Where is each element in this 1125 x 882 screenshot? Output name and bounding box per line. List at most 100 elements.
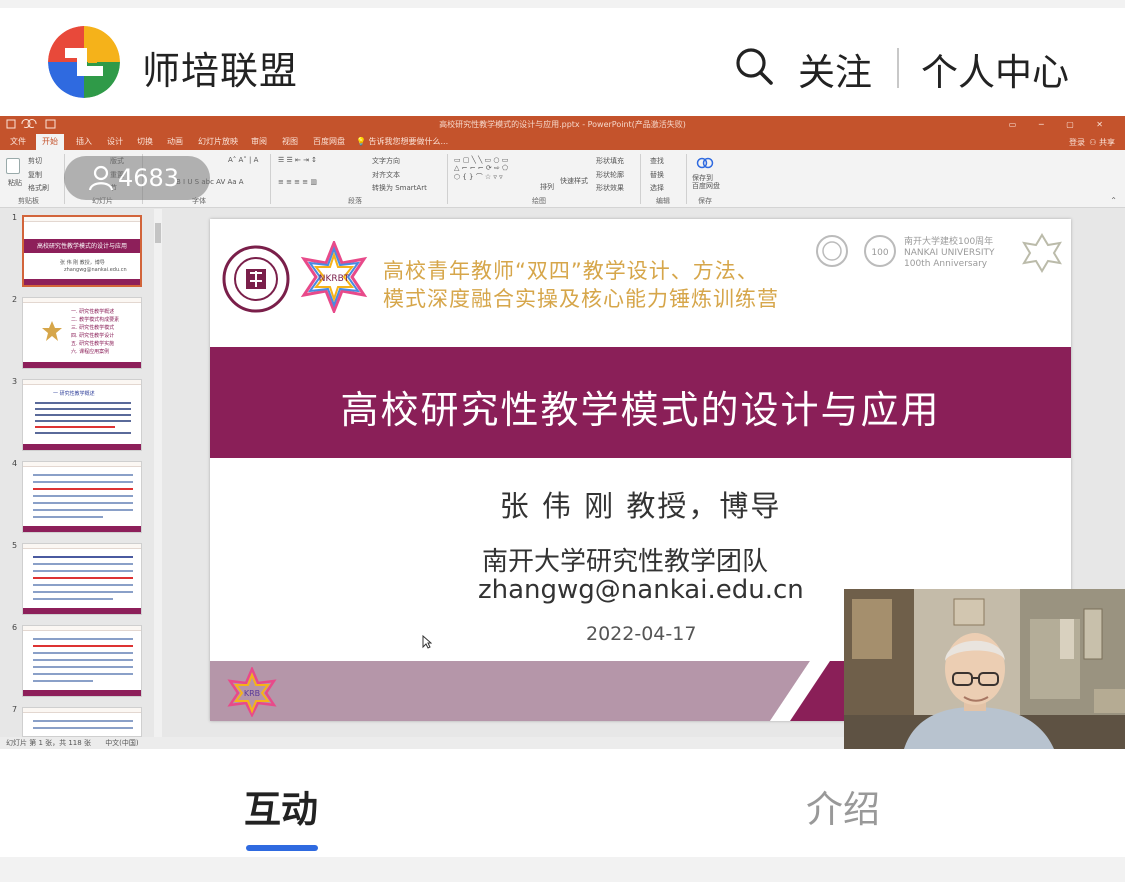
thumb-text-line: [35, 426, 115, 428]
share-button[interactable]: ⚇ 共享: [1089, 137, 1115, 148]
slide-thumbnail[interactable]: [22, 543, 142, 615]
quick-access-icons[interactable]: [6, 118, 66, 130]
align-buttons[interactable]: ≡ ≡ ≡ ≡ ▥: [278, 178, 317, 186]
header-divider: [897, 48, 899, 88]
thumb-text-line: [33, 584, 133, 586]
ribbon-divider: [270, 154, 271, 204]
shapes-gallery[interactable]: ▭ ▢ ╲ ╲ ▭ ○ ▭ △ ⌐ ⌐ ⌐ ⟳ ⇨ ⬠ ⬡ { } ⌒ ☆ ▿ ▿: [454, 156, 508, 182]
thumb-header: [24, 217, 140, 222]
align-text-button[interactable]: 对齐文本: [372, 170, 400, 180]
thumb-header: [23, 298, 141, 303]
thumbnail-scrollbar[interactable]: [154, 209, 162, 737]
thumb-number: 5: [12, 541, 18, 550]
personal-center-button[interactable]: 个人中心: [921, 42, 1069, 96]
login-link[interactable]: 登录: [1069, 137, 1085, 148]
thumb-header: [23, 626, 141, 631]
replace-button[interactable]: 替换: [650, 170, 664, 180]
thumb-number: 3: [12, 377, 18, 386]
thumb-text-line: [33, 598, 113, 600]
font-size-buttons[interactable]: A˄ A˅ | A: [228, 156, 258, 164]
krb-label: KRB: [244, 689, 260, 698]
thumb-footer: [23, 444, 141, 450]
thumb-text-line: [33, 577, 133, 579]
slide-thumbnail[interactable]: 高校研究性教学模式的设计与应用 张 伟 刚 教授，博导 zhangwg@nank…: [22, 215, 142, 287]
slide-team: 南开大学研究性教学团队: [482, 547, 769, 577]
tell-me-text: 告诉我您想要做什么...: [368, 137, 449, 146]
thumb-text-line: [35, 414, 131, 416]
window-controls[interactable]: ▭ ─ ▢ ✕: [1009, 116, 1113, 133]
slide-thumbnail[interactable]: 一. 研究性教学概述 二. 教学模式构成要素 三. 研究性教学模式 四. 研究性…: [22, 297, 142, 369]
thumb-text-line: [33, 659, 133, 661]
centenary-line3: 100th Anniversary: [904, 259, 988, 269]
thumb-text-line: [33, 645, 133, 647]
slide-count-status: 幻灯片 第 1 张，共 118 张: [6, 739, 91, 747]
slide-thumbnail[interactable]: [22, 625, 142, 697]
app-header: 师培联盟 关注 个人中心: [0, 8, 1125, 116]
smartart-button[interactable]: 转换为 SmartArt: [372, 183, 427, 193]
live-video[interactable]: 高校研究性教学模式的设计与应用.pptx - PowerPoint(产品激活失败…: [0, 116, 1125, 749]
arrange-button[interactable]: 排列: [540, 182, 554, 192]
copy-button[interactable]: 复制: [28, 170, 42, 180]
tab-insert[interactable]: 插入: [76, 136, 92, 147]
thumb-text-line: [33, 727, 133, 729]
tab-interact[interactable]: 互动: [244, 779, 318, 833]
thumb-text-line: [33, 563, 133, 565]
tab-baidu[interactable]: 百度网盘: [313, 136, 345, 147]
speaker-camera-video[interactable]: [844, 589, 1125, 749]
tab-slideshow[interactable]: 幻灯片放映: [198, 136, 238, 147]
search-icon[interactable]: [734, 46, 774, 86]
paste-label: 粘贴: [8, 179, 22, 187]
centenary-number: 100: [871, 248, 888, 258]
thumb-text-line: [35, 432, 131, 434]
select-button[interactable]: 选择: [650, 183, 664, 193]
format-painter-button[interactable]: 格式刷: [28, 183, 49, 193]
tab-transitions[interactable]: 切换: [137, 136, 153, 147]
nankai-seal-icon: [222, 245, 290, 313]
slide-author: 张 伟 刚 教授，博导: [499, 489, 782, 523]
shape-fill-button[interactable]: 形状填充: [596, 156, 624, 166]
thumb-text-line: [33, 556, 133, 558]
baidu-cloud-icon[interactable]: [696, 155, 714, 169]
language-status: 中文(中国): [105, 739, 139, 747]
camp-title-line1: 高校青年教师“双四”教学设计、方法、: [383, 259, 759, 283]
thumb-number: 6: [12, 623, 18, 632]
slide-thumbnail[interactable]: 一 研究性教学概述: [22, 379, 142, 451]
tab-view[interactable]: 视图: [282, 136, 298, 147]
shape-outline-button[interactable]: 形状轮廓: [596, 170, 624, 180]
shape-effects-button[interactable]: 形状效果: [596, 183, 624, 193]
text-direction-button[interactable]: 文字方向: [372, 156, 400, 166]
slide-thumbnail[interactable]: [22, 461, 142, 533]
thumb-toc-item: 三. 研究性教学模式: [71, 325, 115, 331]
thumb-number: 7: [12, 705, 18, 714]
thumb-text-line: [33, 680, 93, 682]
thumb-footer: [23, 690, 141, 696]
tab-animations[interactable]: 动画: [167, 136, 183, 147]
thumb-footer: [24, 279, 140, 285]
scrollbar-thumb[interactable]: [155, 223, 161, 243]
tab-review[interactable]: 审阅: [251, 136, 267, 147]
collapse-ribbon-icon[interactable]: ⌃: [1110, 196, 1117, 205]
tab-design[interactable]: 设计: [107, 136, 123, 147]
cut-button[interactable]: 剪切: [28, 156, 42, 166]
quick-styles-button[interactable]: 快速样式: [560, 176, 588, 186]
thumb-text-line: [33, 638, 133, 640]
tab-home[interactable]: 开始: [36, 134, 64, 150]
list-buttons[interactable]: ☰ ☰ ⇤ ⇥ ↕: [278, 156, 317, 164]
find-button[interactable]: 查找: [650, 156, 664, 166]
viewer-count: 4683: [118, 164, 180, 192]
tab-intro[interactable]: 介绍: [806, 779, 880, 833]
paste-icon[interactable]: [6, 158, 20, 174]
thumb-text-line: [33, 509, 133, 511]
thumb-author: 张 伟 刚 教授，博导: [60, 260, 105, 266]
thumb-footer: [23, 362, 141, 368]
slide-title: 高校研究性教学模式的设计与应用: [340, 388, 941, 432]
ribbon-divider: [640, 154, 641, 204]
slide-thumbnail-pane: 1 高校研究性教学模式的设计与应用 张 伟 刚 教授，博导 zhangwg@na…: [0, 209, 163, 737]
app-logo-icon: [48, 26, 120, 98]
tell-me-box[interactable]: 💡 告诉我您想要做什么...: [356, 136, 448, 147]
group-editing: 编辑: [656, 197, 670, 205]
save-to-baidu-button[interactable]: 保存到 百度网盘: [692, 174, 720, 190]
tab-file[interactable]: 文件: [10, 136, 26, 147]
follow-button[interactable]: 关注: [798, 42, 872, 96]
slide-thumbnail[interactable]: [22, 707, 142, 737]
